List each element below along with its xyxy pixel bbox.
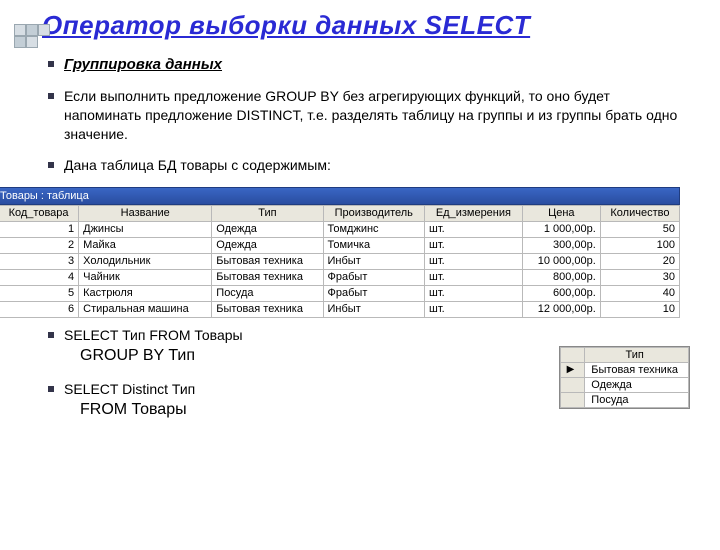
col-header: Тип: [212, 205, 323, 221]
row-selector: [560, 377, 585, 392]
query-1: SELECT Тип FROM Товары GROUP BY Тип: [48, 326, 519, 366]
cell: 12 000,00р.: [522, 301, 600, 317]
cell: 3: [0, 253, 79, 269]
table-row: 2МайкаОдеждаТомичкашт.300,00р.100: [0, 237, 680, 253]
row-selector: ▶: [560, 362, 585, 377]
cell: Инбыт: [323, 301, 424, 317]
table-row: ▶Бытовая техника: [560, 362, 688, 377]
row-selector: [560, 392, 585, 407]
page-title: Оператор выборки данных SELECT: [42, 10, 720, 41]
cell: 10 000,00р.: [522, 253, 600, 269]
cell: 2: [0, 237, 79, 253]
cell: Холодильник: [79, 253, 212, 269]
col-header: Цена: [522, 205, 600, 221]
query-line: GROUP BY Тип: [80, 345, 519, 367]
cell: Посуда: [212, 285, 323, 301]
table-row: 5КастрюляПосудаФрабытшт.600,00р.40: [0, 285, 680, 301]
cell: Кастрюля: [79, 285, 212, 301]
paragraph-2: Дана таблица БД товары с содержимым:: [48, 156, 690, 175]
cell: Бытовая техника: [212, 301, 323, 317]
table-row: 3ХолодильникБытовая техникаИнбытшт.10 00…: [0, 253, 680, 269]
cell: 300,00р.: [522, 237, 600, 253]
cell: шт.: [425, 253, 523, 269]
slide-decoration: [14, 24, 74, 46]
row-selector-header: [560, 347, 585, 362]
cell: 6: [0, 301, 79, 317]
cell: Майка: [79, 237, 212, 253]
col-header: Количество: [600, 205, 679, 221]
query-2: SELECT Distinct Тип FROM Товары: [48, 380, 519, 420]
subheading: Группировка данных: [48, 55, 690, 75]
cell: 10: [600, 301, 679, 317]
cell: 40: [600, 285, 679, 301]
table-row: ▶1ДжинсыОдеждаТомджинсшт.1 000,00р.50: [0, 221, 680, 237]
table-row: 6Стиральная машинаБытовая техникаИнбытшт…: [0, 301, 680, 317]
cell: 20: [600, 253, 679, 269]
cell: 30: [600, 269, 679, 285]
table-row: Посуда: [560, 392, 688, 407]
table-row: Одежда: [560, 377, 688, 392]
cell: Бытовая техника: [585, 362, 689, 377]
col-header: Ед_измерения: [425, 205, 523, 221]
col-header: Производитель: [323, 205, 424, 221]
cell: Чайник: [79, 269, 212, 285]
table-row: 4ЧайникБытовая техникаФрабытшт.800,00р.3…: [0, 269, 680, 285]
cell: Томджинс: [323, 221, 424, 237]
cell: Одежда: [212, 221, 323, 237]
result-col-header: Тип: [585, 347, 689, 362]
cell: Томичка: [323, 237, 424, 253]
cell: 5: [0, 285, 79, 301]
paragraph-1: Если выполнить предложение GROUP BY без …: [48, 87, 690, 144]
cell: шт.: [425, 221, 523, 237]
cell: Одежда: [212, 237, 323, 253]
cell: Джинсы: [79, 221, 212, 237]
table-window-titlebar: Товары : таблица: [0, 187, 680, 205]
cell: Фрабыт: [323, 285, 424, 301]
cell: Бытовая техника: [212, 253, 323, 269]
cell: шт.: [425, 301, 523, 317]
query-line: SELECT Distinct Тип: [64, 381, 195, 397]
cell: Посуда: [585, 392, 689, 407]
cell: шт.: [425, 269, 523, 285]
col-header: Код_товара: [0, 205, 79, 221]
col-header: Название: [79, 205, 212, 221]
table-window-title: Товары : таблица: [0, 190, 89, 202]
cell: 50: [600, 221, 679, 237]
query-line: FROM Товары: [80, 399, 519, 421]
result-table: Тип ▶Бытовая техникаОдеждаПосуда: [559, 346, 690, 409]
cell: Фрабыт: [323, 269, 424, 285]
cell: Бытовая техника: [212, 269, 323, 285]
query-line: SELECT Тип FROM Товары: [64, 327, 243, 343]
cell: 4: [0, 269, 79, 285]
cell: 800,00р.: [522, 269, 600, 285]
cell: 100: [600, 237, 679, 253]
cell: шт.: [425, 237, 523, 253]
cell: 1 000,00р.: [522, 221, 600, 237]
main-data-table: Код_товара Название Тип Производитель Ед…: [0, 205, 680, 318]
cell: Стиральная машина: [79, 301, 212, 317]
cell: 1: [0, 221, 79, 237]
cell: Инбыт: [323, 253, 424, 269]
cell: Одежда: [585, 377, 689, 392]
cell: шт.: [425, 285, 523, 301]
cell: 600,00р.: [522, 285, 600, 301]
